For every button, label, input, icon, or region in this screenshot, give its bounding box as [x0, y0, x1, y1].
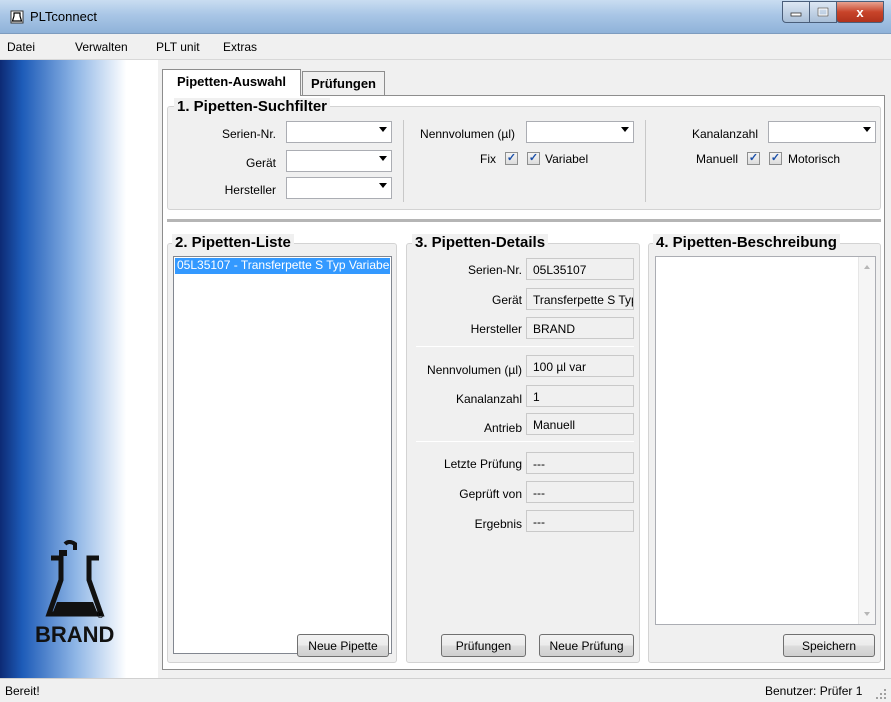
variabel-checkbox[interactable]: ✓ — [527, 152, 540, 165]
detail-label-antrieb: Antrieb — [483, 421, 522, 435]
menu-datei[interactable]: Datei — [7, 40, 35, 54]
variabel-label: Variabel — [545, 152, 589, 166]
chevron-down-icon — [379, 156, 387, 161]
window-title: PLTconnect — [30, 9, 97, 24]
serien-nr-label: Serien-Nr. — [221, 127, 276, 141]
vertical-scrollbar[interactable] — [858, 257, 875, 624]
pruefungen-button[interactable]: Prüfungen — [441, 634, 526, 657]
detail-label-ergebnis: Ergebnis — [474, 517, 522, 531]
menu-plt-unit[interactable]: PLT unit — [156, 40, 200, 54]
minimize-icon — [790, 12, 802, 17]
current-user: Benutzer: Prüfer 1 — [765, 684, 863, 698]
geraet-combo[interactable] — [286, 150, 392, 172]
detail-value-geprueft-von: --- — [526, 481, 634, 503]
detail-label-hersteller: Hersteller — [470, 322, 522, 336]
scroll-up-icon[interactable] — [864, 265, 870, 269]
kanalanzahl-combo[interactable] — [768, 121, 876, 143]
detail-label-letzte-pruefung: Letzte Prüfung — [443, 457, 522, 471]
registered-mark: ® — [97, 610, 104, 620]
neue-pruefung-button[interactable]: Neue Prüfung — [539, 634, 634, 657]
detail-label-nennvolumen: Nennvolumen (µl) — [427, 363, 522, 377]
detail-value-hersteller: BRAND — [526, 317, 634, 339]
beschreibung-textarea[interactable] — [655, 256, 876, 625]
motorisch-checkbox[interactable]: ✓ — [769, 152, 782, 165]
details-title: 3. Pipetten-Details — [412, 234, 549, 251]
maximize-icon — [817, 7, 829, 17]
detail-label-geraet: Gerät — [491, 293, 522, 307]
detail-value-geraet: Transferpette S Typ Variabel — [526, 288, 634, 310]
filter-title: 1. Pipetten-Suchfilter — [174, 98, 331, 115]
splitter[interactable] — [167, 219, 881, 222]
beschreibung-title: 4. Pipetten-Beschreibung — [653, 234, 840, 251]
chevron-down-icon — [621, 127, 629, 132]
divider — [403, 120, 404, 202]
tab-pipetten-auswahl[interactable]: Pipetten-Auswahl — [162, 69, 301, 96]
manuell-checkbox[interactable]: ✓ — [747, 152, 760, 165]
app-icon — [10, 10, 24, 24]
detail-value-nennvolumen: 100 µl var — [526, 355, 634, 377]
close-button[interactable]: x — [836, 1, 884, 23]
brand-logo-text: BRAND — [35, 622, 115, 647]
motorisch-label: Motorisch — [788, 152, 841, 166]
detail-value-kanalanzahl: 1 — [526, 385, 634, 407]
minimize-button[interactable] — [782, 1, 810, 23]
pipetten-listbox[interactable]: 05L35107 - Transferpette S Typ Variabel — [173, 256, 392, 654]
detail-value-antrieb: Manuell — [526, 413, 634, 435]
hersteller-combo[interactable] — [286, 177, 392, 199]
detail-label-serien-nr: Serien-Nr. — [467, 263, 522, 277]
maximize-button[interactable] — [809, 1, 837, 23]
chevron-down-icon — [863, 127, 871, 132]
tab-pruefungen[interactable]: Prüfungen — [302, 71, 385, 95]
divider — [645, 120, 646, 202]
nennvolumen-combo[interactable] — [526, 121, 634, 143]
detail-value-ergebnis: --- — [526, 510, 634, 532]
serien-nr-combo[interactable] — [286, 121, 392, 143]
separator — [416, 346, 634, 347]
detail-label-geprueft-von: Geprüft von — [459, 487, 522, 501]
status-bar: Bereit! Benutzer: Prüfer 1 — [0, 678, 891, 702]
brand-panel: ® BRAND — [0, 60, 158, 678]
speichern-button[interactable]: Speichern — [783, 634, 875, 657]
hersteller-label: Hersteller — [224, 183, 276, 197]
chevron-down-icon — [379, 127, 387, 132]
neue-pipette-button[interactable]: Neue Pipette — [297, 634, 389, 657]
fix-label: Fix — [480, 152, 496, 166]
kanalanzahl-label: Kanalanzahl — [691, 127, 758, 141]
menu-verwalten[interactable]: Verwalten — [75, 40, 128, 54]
resize-grip-icon[interactable] — [876, 689, 888, 701]
menu-extras[interactable]: Extras — [223, 40, 257, 54]
scroll-down-icon[interactable] — [864, 612, 870, 616]
brand-logo-icon — [45, 540, 105, 617]
fix-checkbox[interactable]: ✓ — [505, 152, 518, 165]
geraet-label: Gerät — [245, 156, 276, 170]
liste-title: 2. Pipetten-Liste — [172, 234, 294, 251]
title-bar[interactable]: PLTconnect x — [0, 0, 891, 34]
detail-label-kanalanzahl: Kanalanzahl — [455, 392, 522, 406]
detail-value-serien-nr: 05L35107 — [526, 258, 634, 280]
nennvolumen-label: Nennvolumen (µl) — [420, 127, 515, 141]
separator — [416, 441, 634, 442]
chevron-down-icon — [379, 183, 387, 188]
manuell-label: Manuell — [695, 152, 738, 166]
menu-bar: Datei Verwalten PLT unit Extras — [0, 34, 891, 60]
status-text: Bereit! — [5, 684, 40, 698]
list-item[interactable]: 05L35107 - Transferpette S Typ Variabel — [175, 258, 390, 274]
detail-value-letzte-pruefung: --- — [526, 452, 634, 474]
